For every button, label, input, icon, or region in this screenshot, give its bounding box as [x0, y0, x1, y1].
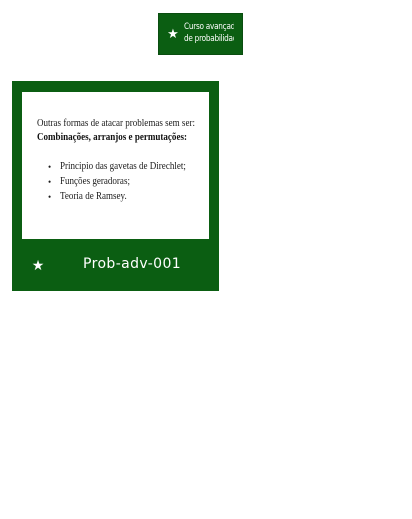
bullet-icon: •	[48, 192, 52, 202]
list-item-text: Funções geradoras;	[60, 176, 130, 187]
slide-intro-text: Outras formas de atacar problemas sem se…	[37, 118, 195, 129]
badge-title-line1: Curso avançado	[184, 22, 234, 32]
badge-title-line2: de probabilidade	[184, 34, 234, 44]
list-item: • Principio das gavetas de Direchlet;	[48, 160, 208, 175]
slide-bullet-list: • Principio das gavetas de Direchlet; • …	[48, 160, 208, 205]
list-item: • Teoria de Ramsey.	[48, 190, 208, 205]
list-item-text: Principio das gavetas de Direchlet;	[60, 161, 186, 172]
star-icon: ★	[31, 257, 45, 273]
star-icon: ★	[167, 26, 179, 41]
course-badge[interactable]: ★ Curso avançado de probabilidade	[158, 13, 243, 55]
course-card[interactable]: Outras formas de atacar problemas sem se…	[12, 81, 219, 291]
course-code-label[interactable]: Prob-adv-001	[83, 256, 181, 272]
slide-heading: Combinações, arranjos e permutações:	[37, 132, 187, 143]
list-item-text: Teoria de Ramsey.	[60, 191, 127, 202]
slide-preview: Outras formas de atacar problemas sem se…	[22, 92, 209, 239]
list-item: • Funções geradoras;	[48, 175, 208, 190]
bullet-icon: •	[48, 177, 52, 187]
bullet-icon: •	[48, 162, 52, 172]
